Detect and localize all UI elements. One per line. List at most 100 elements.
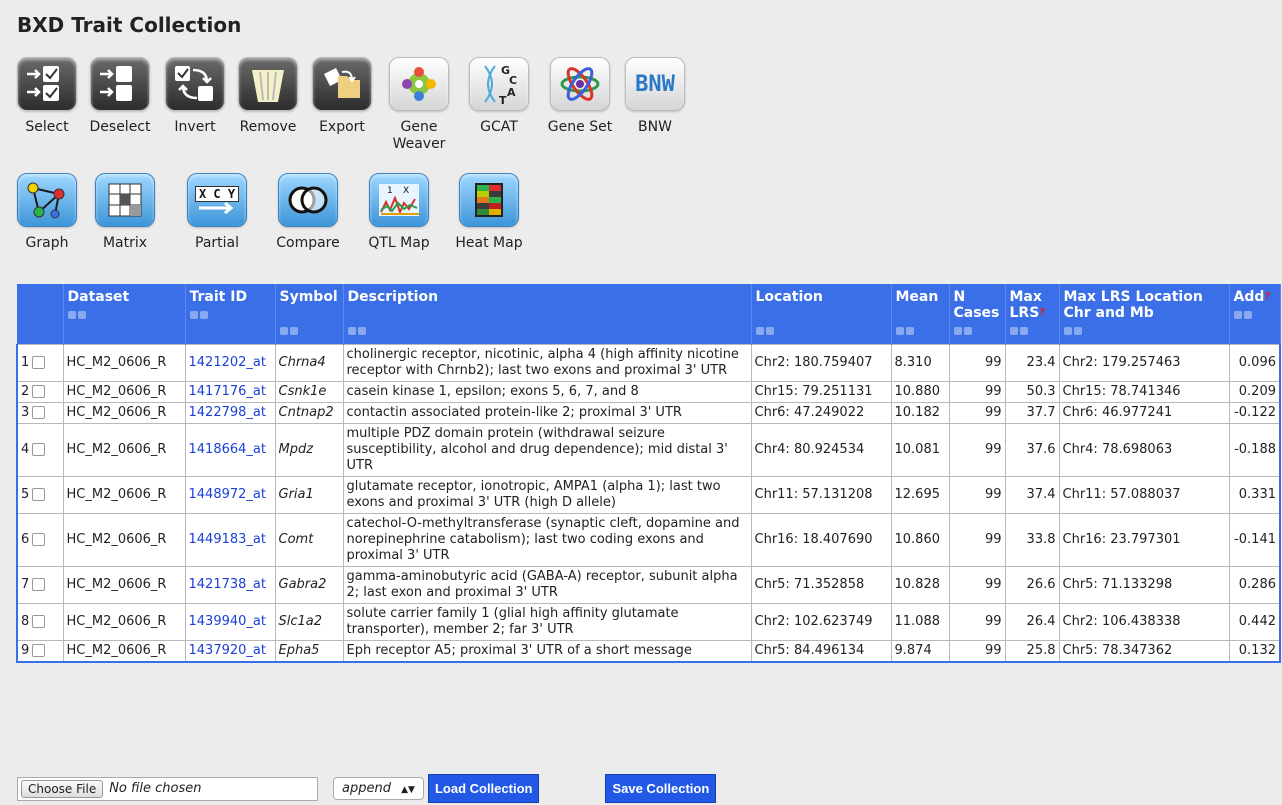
header-location[interactable]: Location: [751, 284, 892, 345]
graph-button[interactable]: Graph: [14, 173, 80, 252]
row-select-cell: 2: [16, 381, 64, 403]
header-max-lrs[interactable]: Max LRS?: [1005, 284, 1060, 345]
sort-arrows-icon[interactable]: [1063, 325, 1225, 341]
trait-id-link[interactable]: 1449183_at: [189, 532, 266, 547]
partial-correlation-icon: X C Y: [187, 173, 247, 227]
header-trait-id[interactable]: Trait ID: [185, 284, 276, 345]
load-collection-button[interactable]: Load Collection: [427, 774, 540, 803]
trait-id-link[interactable]: 1437920_at: [189, 643, 266, 658]
gcat-button[interactable]: GCAT GCAT: [460, 57, 538, 153]
table-row: 7 HC_M2_0606_R 1421738_at Gabra2 gamma-a…: [16, 566, 1281, 604]
trait-id-link[interactable]: 1448972_at: [189, 487, 266, 502]
header-dataset[interactable]: Dataset: [63, 284, 186, 345]
add-cell: -0.141: [1228, 513, 1281, 567]
row-checkbox[interactable]: [32, 385, 46, 398]
matrix-button[interactable]: Matrix: [80, 173, 170, 252]
heatmap-icon: [459, 173, 519, 227]
remove-button[interactable]: Remove: [230, 57, 306, 153]
add-cell: -0.122: [1228, 402, 1281, 424]
header-add[interactable]: Add?: [1229, 284, 1281, 345]
n-cases-cell: 99: [948, 603, 1006, 641]
max-lrs-location-cell: Chr6: 46.977241: [1058, 402, 1230, 424]
sort-arrows-icon[interactable]: [67, 309, 181, 325]
n-cases-cell: 99: [948, 381, 1006, 403]
remove-label: Remove: [239, 119, 297, 135]
network-graph-icon: [17, 173, 77, 227]
symbol-cell: Mpdz: [274, 423, 344, 477]
trait-id-link[interactable]: 1421738_at: [189, 577, 266, 592]
save-collection-button[interactable]: Save Collection: [605, 774, 717, 803]
symbol-cell: Cntnap2: [274, 402, 344, 424]
trait-id-link[interactable]: 1422798_at: [189, 405, 266, 420]
row-checkbox[interactable]: [32, 533, 46, 546]
help-icon[interactable]: ?: [1039, 307, 1045, 318]
header-mean[interactable]: Mean: [891, 284, 950, 345]
description-cell: solute carrier family 1 (glial high affi…: [342, 603, 752, 641]
symbol-cell: Csnk1e: [274, 381, 344, 403]
add-cell: 0.132: [1228, 640, 1281, 663]
help-icon[interactable]: ?: [1264, 291, 1270, 302]
trait-id-link[interactable]: 1417176_at: [189, 384, 266, 399]
row-checkbox[interactable]: [32, 406, 46, 419]
header-description[interactable]: Description: [343, 284, 752, 345]
trait-table: Dataset Trait ID Symbol Description Loca…: [16, 284, 1281, 663]
deselect-button[interactable]: Deselect: [80, 57, 160, 153]
sort-arrows-icon[interactable]: [953, 325, 1001, 341]
row-index: 6: [21, 532, 30, 547]
row-checkbox[interactable]: [32, 644, 46, 657]
table-header-row: Dataset Trait ID Symbol Description Loca…: [17, 284, 1281, 345]
gene-set-button[interactable]: Gene Set: [538, 57, 622, 153]
trait-id-link[interactable]: 1439940_at: [189, 614, 266, 629]
file-input[interactable]: Choose File No file chosen: [17, 776, 318, 801]
select-arrows-icon: ▲▼: [401, 785, 415, 795]
export-button[interactable]: Export: [306, 57, 378, 153]
sort-arrows-icon[interactable]: [189, 309, 271, 325]
n-cases-cell: 99: [948, 640, 1006, 663]
heat-map-button[interactable]: Heat Map: [446, 173, 532, 252]
description-cell: multiple PDZ domain protein (withdrawal …: [342, 423, 752, 477]
dataset-cell: HC_M2_0606_R: [62, 344, 186, 382]
sort-arrows-icon[interactable]: [755, 325, 887, 341]
gcat-label: GCAT: [480, 119, 518, 135]
page-title: BXD Trait Collection: [17, 13, 242, 37]
select-label: Select: [25, 119, 69, 135]
trait-id-link[interactable]: 1421202_at: [189, 355, 266, 370]
sort-arrows-icon[interactable]: [895, 325, 945, 341]
trait-id-cell: 1422798_at: [184, 402, 276, 424]
row-checkbox[interactable]: [32, 356, 46, 369]
svg-text:A: A: [507, 86, 516, 99]
max-lrs-location-cell: Chr4: 78.698063: [1058, 423, 1230, 477]
mode-select[interactable]: append ▲▼: [333, 777, 424, 800]
qtl-map-button[interactable]: 1X QTL Map: [352, 173, 446, 252]
header-dataset-label: Dataset: [67, 289, 130, 305]
select-button[interactable]: Select: [14, 57, 80, 153]
row-checkbox[interactable]: [32, 488, 46, 501]
row-checkbox[interactable]: [32, 578, 46, 591]
bnw-button[interactable]: BNW BNW: [622, 57, 688, 153]
partial-button[interactable]: X C Y Partial: [170, 173, 264, 252]
compare-button[interactable]: Compare: [264, 173, 352, 252]
add-cell: 0.286: [1228, 566, 1281, 604]
invert-label: Invert: [174, 119, 216, 135]
sort-arrows-icon[interactable]: [1009, 325, 1055, 341]
choose-file-button[interactable]: Choose File: [21, 779, 104, 798]
header-n-cases[interactable]: N Cases: [949, 284, 1006, 345]
mean-cell: 10.081: [890, 423, 950, 477]
row-checkbox[interactable]: [32, 443, 46, 456]
gcat-icon: GCAT: [469, 57, 529, 111]
row-checkbox[interactable]: [32, 615, 46, 628]
header-symbol[interactable]: Symbol: [275, 284, 344, 345]
sort-arrows-icon[interactable]: [347, 325, 747, 341]
sort-arrows-icon[interactable]: [1233, 309, 1276, 325]
symbol-cell: Slc1a2: [274, 603, 344, 641]
location-cell: Chr5: 71.352858: [750, 566, 892, 604]
sort-arrows-icon[interactable]: [279, 325, 339, 341]
header-max-lrs-location[interactable]: Max LRS Location Chr and Mb: [1059, 284, 1230, 345]
heat-map-label: Heat Map: [455, 235, 523, 251]
row-select-cell: 5: [16, 476, 64, 514]
trait-id-link[interactable]: 1418664_at: [189, 442, 266, 457]
invert-button[interactable]: Invert: [160, 57, 230, 153]
gene-weaver-button[interactable]: Gene Weaver: [378, 57, 460, 153]
row-select-cell: 9: [16, 640, 64, 663]
table-row: 5 HC_M2_0606_R 1448972_at Gria1 glutamat…: [16, 476, 1281, 514]
